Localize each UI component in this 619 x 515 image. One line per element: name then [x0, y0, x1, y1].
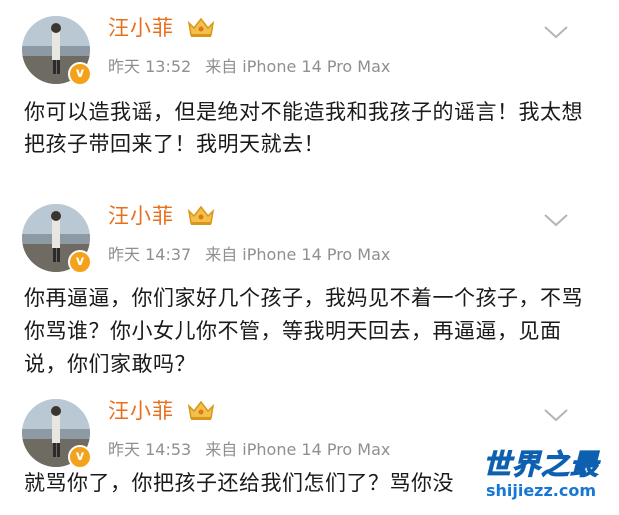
avatar[interactable]: v: [22, 399, 92, 469]
user-name[interactable]: 汪小菲: [108, 397, 174, 425]
post-text: 你再逼逼，你们家好几个孩子，我妈见不着一个孩子，不骂你骂谁？你小女儿你不管，等我…: [24, 286, 583, 376]
verified-badge-icon: v: [68, 445, 92, 469]
avatar[interactable]: v: [22, 16, 92, 86]
watermark-domain: shijiezz.com: [485, 481, 597, 500]
post-source: 来自 iPhone 14 Pro Max: [205, 440, 391, 459]
post-meta: 昨天 14:37 来自 iPhone 14 Pro Max: [108, 244, 390, 266]
chevron-down-icon[interactable]: [543, 212, 569, 228]
avatar[interactable]: v: [22, 204, 92, 274]
verified-badge-icon: v: [68, 250, 92, 274]
crown-icon: [187, 400, 215, 420]
weibo-post: v 汪小菲 昨天 13:52 来自 iPhone 14 Pro Max 你可以造我…: [0, 0, 619, 188]
post-meta: 昨天 14:53 来自 iPhone 14 Pro Max: [108, 439, 390, 461]
post-meta: 昨天 13:52 来自 iPhone 14 Pro Max: [108, 56, 390, 78]
weibo-feed: v 汪小菲 昨天 13:52 来自 iPhone 14 Pro Max 你可以造我…: [0, 0, 619, 515]
site-watermark: 世界之最 shijiezz.com: [471, 448, 611, 509]
crown-icon: [187, 205, 215, 225]
post-time: 昨天 14:53: [108, 440, 192, 459]
post-source: 来自 iPhone 14 Pro Max: [205, 57, 391, 76]
watermark-title: 世界之最: [482, 448, 599, 481]
verified-badge-icon: v: [68, 62, 92, 86]
post-text: 你可以造我谣，但是绝对不能造我和我孩子的谣言！我太想把孩子带回来了！我明天就去！: [24, 100, 583, 156]
chevron-down-icon[interactable]: [543, 407, 569, 423]
user-name[interactable]: 汪小菲: [108, 202, 174, 230]
post-source: 来自 iPhone 14 Pro Max: [205, 245, 391, 264]
post-time: 昨天 13:52: [108, 57, 192, 76]
post-time: 昨天 14:37: [108, 245, 192, 264]
crown-icon: [187, 17, 215, 37]
chevron-down-icon[interactable]: [543, 24, 569, 40]
user-name[interactable]: 汪小菲: [108, 14, 174, 42]
weibo-post: v 汪小菲 昨天 14:37 来自 iPhone 14 Pro Max 你再逼逼，…: [0, 188, 619, 383]
